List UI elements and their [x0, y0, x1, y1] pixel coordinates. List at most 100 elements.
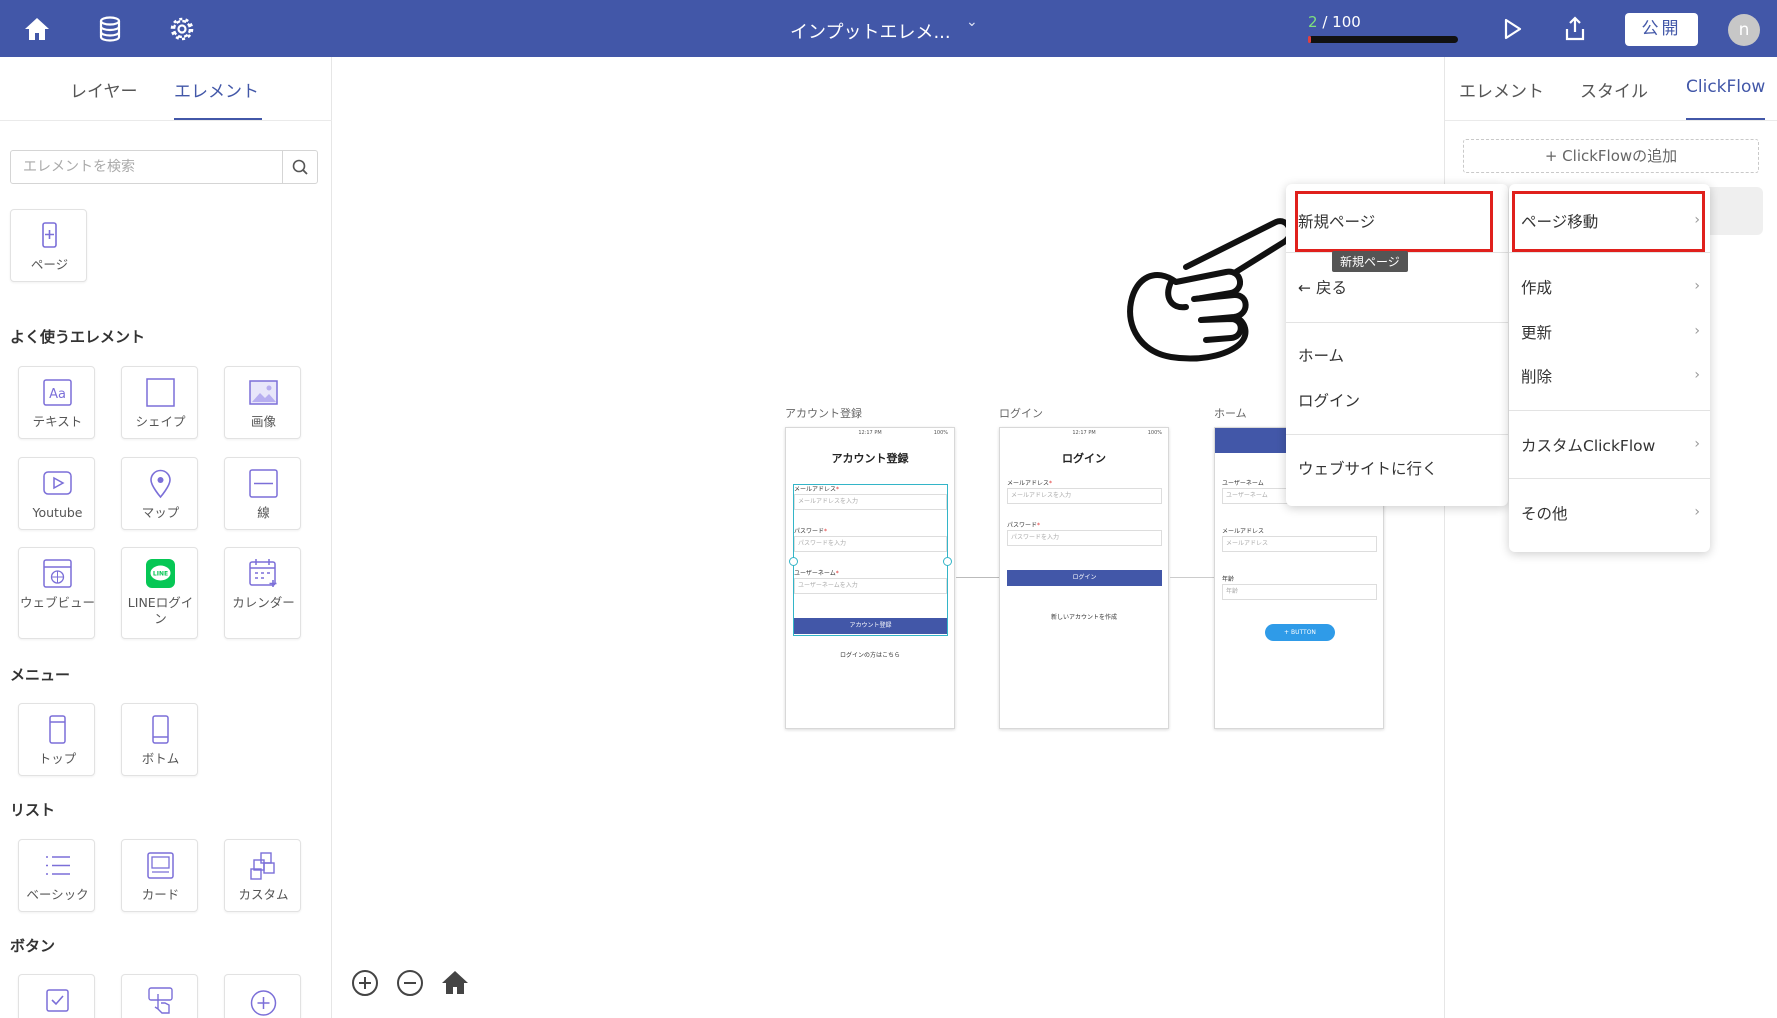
webview-icon — [43, 559, 72, 588]
resize-handle[interactable] — [943, 557, 952, 566]
tile-label: カスタム — [238, 887, 289, 902]
status-bar: 12:17 PM 100% — [1000, 430, 1168, 436]
input-field[interactable]: メールアドレスを入力 — [794, 494, 947, 510]
plus-icon: + — [1544, 147, 1563, 165]
tile-label: LINEログイン — [127, 595, 194, 626]
tile-line-login[interactable]: LINE LINEログイン — [121, 547, 198, 639]
basic-list-icon — [46, 856, 70, 875]
project-title[interactable]: インプットエレメ... — [790, 18, 951, 44]
phone-frame-login[interactable]: 12:17 PM 100% ログイン メールアドレス* メールアドレスを入力 パス… — [999, 427, 1169, 729]
tile-basic-list[interactable]: ベーシック — [18, 839, 95, 912]
input-field[interactable]: メールアドレスを入力 — [1007, 488, 1162, 504]
tab-style[interactable]: スタイル — [1580, 77, 1648, 102]
add-clickflow-label: ClickFlowの追加 — [1562, 147, 1678, 165]
menu-item-website[interactable]: ウェブサイトに行く — [1298, 457, 1438, 479]
field-label: ユーザーネーム* — [794, 570, 839, 577]
input-field[interactable]: メールアドレス — [1222, 536, 1377, 552]
tile-label: 線 — [257, 505, 270, 520]
menu-item-create[interactable]: 作成 — [1521, 276, 1552, 298]
divider — [1509, 410, 1710, 411]
tile-top-menu[interactable]: トップ — [18, 703, 95, 776]
tile-label: マップ — [141, 505, 180, 520]
tab-element[interactable]: エレメント — [1459, 77, 1544, 102]
field-label: メールアドレス — [1222, 528, 1265, 535]
custom-list-icon — [250, 852, 275, 880]
menu-item-update[interactable]: 更新 — [1521, 321, 1552, 343]
tile-youtube[interactable]: Youtube — [18, 457, 95, 530]
element-search — [10, 150, 318, 184]
tile-tap-button[interactable] — [121, 974, 198, 1018]
text-icon: Aa — [43, 379, 72, 406]
divider — [1286, 322, 1508, 323]
tile-label: シェイプ — [135, 414, 186, 429]
chevron-down-icon[interactable]: ⌄ — [966, 14, 978, 30]
tile-label: ウェブビュー — [19, 595, 95, 610]
tile-image[interactable]: 画像 — [224, 366, 301, 439]
checkbox-icon — [46, 989, 69, 1012]
search-input[interactable] — [11, 151, 283, 183]
add-clickflow-button[interactable]: + ClickFlowの追加 — [1463, 139, 1759, 173]
tile-calendar[interactable]: カレンダー — [224, 547, 301, 639]
tile-shape[interactable]: シェイプ — [121, 366, 198, 439]
input-field[interactable]: ユーザーネームを入力 — [794, 578, 947, 594]
image-icon — [249, 380, 278, 405]
menu-item-login[interactable]: ログイン — [1298, 389, 1360, 411]
login-button[interactable]: ログイン — [1007, 570, 1162, 586]
tile-label: カレンダー — [232, 595, 295, 610]
input-field[interactable]: パスワードを入力 — [1007, 530, 1162, 546]
tile-custom-list[interactable]: カスタム — [224, 839, 301, 912]
progress-current: 2 — [1308, 13, 1318, 31]
avatar[interactable]: n — [1728, 14, 1760, 46]
input-field[interactable]: パスワードを入力 — [794, 536, 947, 552]
tile-webview[interactable]: ウェブビュー — [18, 547, 95, 639]
page-add-icon — [42, 222, 57, 248]
calendar-icon — [249, 559, 277, 587]
tile-label: テキスト — [32, 414, 83, 429]
search-icon[interactable] — [284, 151, 318, 183]
tile-label: ボトム — [141, 751, 180, 766]
tooltip: 新規ページ — [1332, 251, 1408, 272]
tile-line[interactable]: 線 — [224, 457, 301, 530]
tile-map[interactable]: マップ — [121, 457, 198, 530]
status-battery: 100% — [1147, 430, 1162, 436]
settings-icon[interactable] — [165, 12, 199, 46]
resize-handle[interactable] — [789, 557, 798, 566]
home-icon[interactable] — [20, 12, 54, 46]
share-icon[interactable] — [1558, 12, 1592, 46]
field-label: パスワード* — [794, 528, 828, 535]
field-label: メールアドレス* — [1007, 480, 1053, 487]
zoom-out-icon[interactable] — [395, 968, 425, 998]
pointing-hand-icon — [1127, 218, 1293, 362]
tile-text[interactable]: Aa テキスト — [18, 366, 95, 439]
tile-fab-button[interactable] — [224, 974, 301, 1018]
canvas[interactable]: アカウント登録 12:17 PM 100% アカウント登録 メールアドレス* メー… — [333, 57, 1444, 1018]
top-menu-icon — [49, 715, 66, 744]
phone-frame-account[interactable]: 12:17 PM 100% アカウント登録 メールアドレス* メールアドレスを入力… — [785, 427, 955, 729]
play-icon[interactable] — [1495, 12, 1529, 46]
chevron-right-icon: › — [1694, 323, 1700, 339]
zoom-in-icon[interactable] — [350, 968, 380, 998]
menu-item-custom-clickflow[interactable]: カスタムClickFlow — [1521, 434, 1655, 456]
create-account-link[interactable]: 新しいアカウントを作成 — [1000, 612, 1168, 621]
tile-bottom-menu[interactable]: ボトム — [121, 703, 198, 776]
tile-page[interactable]: ページ — [10, 209, 87, 282]
menu-item-home[interactable]: ホーム — [1298, 344, 1344, 366]
menu-item-other[interactable]: その他 — [1521, 502, 1568, 524]
tab-clickflow[interactable]: ClickFlow — [1686, 77, 1765, 97]
menu-item-back[interactable]: ← 戻る — [1298, 276, 1347, 298]
register-button[interactable]: アカウント登録 — [794, 618, 947, 634]
fab-button[interactable]: + BUTTON — [1265, 624, 1335, 641]
tile-checkbox-button[interactable] — [18, 974, 95, 1018]
tile-card-list[interactable]: カード — [121, 839, 198, 912]
database-icon[interactable] — [93, 12, 127, 46]
tab-layers[interactable]: レイヤー — [70, 77, 138, 102]
progress-fill — [1308, 36, 1311, 43]
tab-elements[interactable]: エレメント — [174, 77, 259, 102]
tile-label: Youtube — [32, 505, 83, 520]
fit-home-icon[interactable] — [440, 968, 470, 998]
bottom-menu-icon — [152, 715, 169, 744]
menu-item-delete[interactable]: 削除 — [1521, 365, 1552, 387]
login-link[interactable]: ログインの方はこちら — [786, 650, 954, 659]
publish-button[interactable]: 公開 — [1625, 13, 1698, 46]
input-field[interactable]: 年齢 — [1222, 584, 1377, 600]
